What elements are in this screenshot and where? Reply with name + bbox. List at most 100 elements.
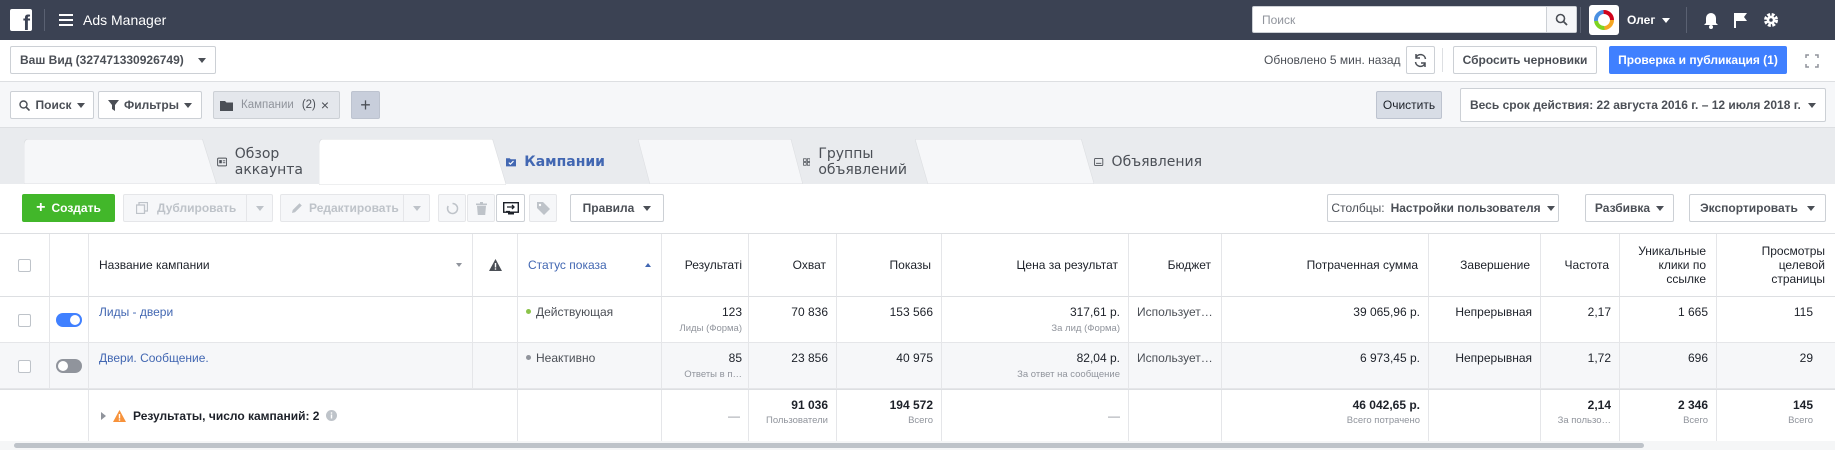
column-header-ends[interactable]: Завершение — [1429, 234, 1541, 297]
folder-icon — [220, 100, 233, 111]
horizontal-scrollbar[interactable] — [0, 441, 1835, 450]
filters-button[interactable]: Фильтры — [98, 91, 202, 119]
search-box — [1252, 6, 1577, 33]
budget-cell[interactable]: Использует… — [1129, 297, 1222, 343]
totals-landing-views: 145 — [1792, 398, 1813, 412]
column-header-frequency[interactable]: Частота — [1541, 234, 1620, 297]
filter-chip-count: (2) — [301, 99, 316, 111]
reset-drafts-button[interactable]: Сбросить черновики — [1453, 46, 1597, 74]
totals-frequency-cell: 2,14 За пользо… — [1541, 390, 1620, 441]
tab-campaigns[interactable]: Кампании — [305, 138, 605, 185]
results-cell: 85 Ответы в п… — [662, 343, 749, 389]
close-icon[interactable]: × — [321, 97, 329, 113]
date-range-picker[interactable]: Весь срок действия: 22 августа 2016 г. –… — [1460, 88, 1826, 122]
search-button[interactable] — [1546, 7, 1576, 32]
create-button[interactable]: + Создать — [22, 194, 115, 222]
filter-bar: Поиск Фильтры Кампании (2) × + Очистить … — [0, 82, 1835, 128]
results-value: 123 — [721, 305, 742, 319]
column-header-budget[interactable]: Бюджет — [1129, 234, 1222, 297]
discard-changes-button[interactable] — [438, 194, 466, 222]
column-header-amount-spent[interactable]: Потраченная сумма — [1222, 234, 1429, 297]
expand-triangle-icon[interactable] — [101, 411, 106, 420]
menu-icon[interactable] — [59, 14, 73, 26]
select-all-checkbox[interactable] — [18, 258, 31, 272]
campaign-on-off-toggle[interactable] — [56, 313, 82, 327]
campaigns-table: Название кампании Статус показа Результа… — [0, 234, 1835, 441]
ends-cell: Непрерывная — [1429, 343, 1541, 389]
expand-icon[interactable] — [1803, 52, 1821, 70]
flag-icon[interactable] — [1733, 12, 1748, 28]
row-checkbox[interactable] — [18, 313, 31, 327]
breakdown-button[interactable]: Разбивка — [1585, 194, 1674, 222]
rules-label: Правила — [582, 201, 635, 215]
filter-chip-campaigns[interactable]: Кампании (2) × — [213, 91, 340, 119]
table-row[interactable]: Лиды - двери Действующая 123 Лиды (Форма) 70… — [0, 297, 1835, 343]
info-icon — [326, 410, 338, 421]
column-header-campaign-name[interactable]: Название кампании — [89, 234, 473, 297]
totals-reach-cell: 91 036 Пользователи — [749, 390, 837, 441]
row-toggle-cell — [50, 343, 89, 389]
gear-icon[interactable] — [1762, 11, 1780, 29]
column-header-unique-link-clicks[interactable]: Уникальные клики по ссылке — [1620, 234, 1717, 297]
clear-filters-button[interactable]: Очистить — [1376, 91, 1442, 119]
filter-chip-label: Кампании — [241, 99, 294, 111]
rules-button[interactable]: Правила — [570, 194, 664, 222]
tab-account-overview[interactable]: Обзор аккаунта — [10, 139, 310, 184]
search-filter-button[interactable]: Поиск — [10, 91, 94, 119]
export-button[interactable]: Экспортировать — [1689, 194, 1826, 222]
duplicate-button[interactable]: Дублировать — [123, 194, 273, 222]
column-header-label: Просмотры целевой страницы — [1761, 244, 1825, 286]
row-checkbox[interactable] — [18, 359, 31, 373]
totals-spent-cell: 46 042,65 р. Всего потрачено — [1222, 390, 1429, 441]
column-header-results[interactable]: Результаті — [662, 234, 749, 297]
column-header-landing-page-views[interactable]: Просмотры целевой страницы — [1717, 234, 1835, 297]
delete-button[interactable] — [467, 194, 495, 222]
column-header-label: Завершение — [1460, 258, 1530, 272]
delivery-status-cell: Действующая — [518, 297, 662, 343]
totals-landing-views-sub: Всего — [1788, 415, 1813, 426]
refresh-button[interactable] — [1406, 46, 1435, 74]
search-input[interactable] — [1253, 7, 1546, 32]
totals-frequency: 2,14 — [1587, 398, 1611, 412]
chevron-down-icon[interactable] — [1662, 17, 1671, 23]
campaign-name-link[interactable]: Двери. Сообщение. — [89, 343, 473, 389]
column-header-reach[interactable]: Охват — [749, 234, 837, 297]
cost-per-result-cell: 82,04 р. За ответ на сообщение — [942, 343, 1129, 389]
preview-button[interactable] — [496, 194, 525, 222]
breakdown-label: Разбивка — [1594, 201, 1651, 215]
scrollbar-thumb[interactable] — [14, 443, 1644, 448]
totals-row: Результаты, число кампаний: 2 — 91 036 П… — [0, 389, 1835, 441]
table-toolbar: + Создать Дублировать Редактировать Прав… — [0, 184, 1835, 234]
totals-label-cell: Результаты, число кампаний: 2 — [89, 390, 518, 441]
user-name[interactable]: Олег — [1627, 13, 1655, 27]
topbar-divider — [44, 9, 45, 31]
tab-ad-sets[interactable]: Группы объявлений — [602, 139, 907, 184]
budget-cell[interactable]: Использует… — [1129, 343, 1222, 389]
chevron-down-icon — [1656, 205, 1665, 211]
duplicate-options[interactable] — [246, 195, 272, 221]
review-and-publish-button[interactable]: Проверка и публикация (1) — [1609, 46, 1787, 74]
create-label: Создать — [51, 201, 101, 215]
reach-cell: 70 836 — [749, 297, 837, 343]
topbar-divider — [1580, 7, 1581, 33]
tag-icon — [536, 201, 550, 215]
tag-button[interactable] — [529, 194, 557, 222]
column-header-issues[interactable] — [473, 234, 518, 297]
results-type: Лиды (Форма) — [679, 323, 742, 334]
edit-options[interactable] — [403, 195, 429, 221]
add-filter-button[interactable]: + — [351, 91, 380, 119]
column-header-impressions[interactable]: Показы — [837, 234, 942, 297]
notifications-bell-icon[interactable] — [1703, 12, 1719, 29]
avatar[interactable] — [1589, 5, 1619, 35]
column-header-delivery-status[interactable]: Статус показа — [518, 234, 662, 297]
column-header-cost-per-result[interactable]: Цена за результат — [942, 234, 1129, 297]
tab-ads[interactable]: Объявления — [897, 139, 1202, 184]
table-row[interactable]: Двери. Сообщение. Неактивно 85 Ответы в п… 2… — [0, 343, 1835, 389]
edit-button[interactable]: Редактировать — [280, 194, 430, 222]
column-header-label: Частота — [1564, 258, 1609, 272]
facebook-logo-icon[interactable]: f — [10, 9, 32, 31]
columns-button[interactable]: Столбцы: Настройки пользователя — [1327, 194, 1559, 222]
campaign-name-link[interactable]: Лиды - двери — [89, 297, 473, 343]
campaign-on-off-toggle[interactable] — [56, 359, 82, 373]
account-selector[interactable]: Ваш Вид (327471330926749) — [10, 46, 216, 74]
